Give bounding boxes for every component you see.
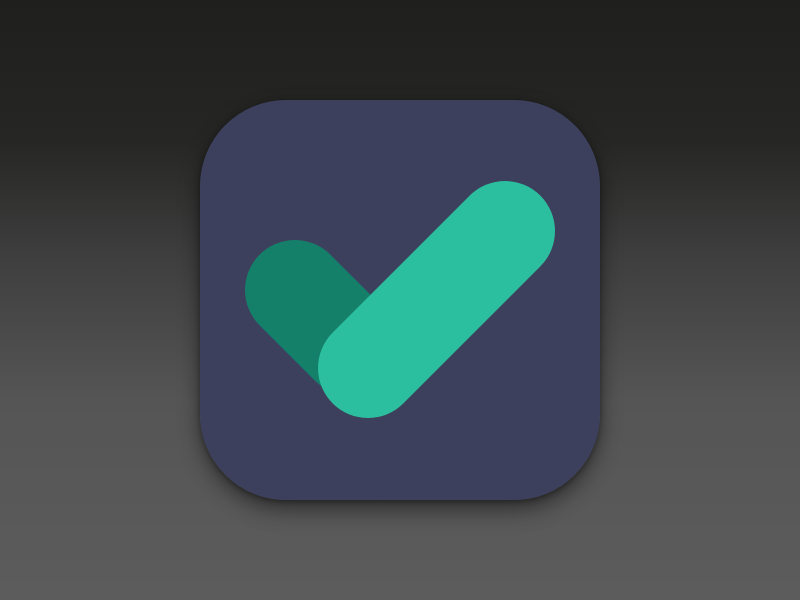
- app-icon-tile[interactable]: [200, 100, 600, 500]
- checkmark-icon: [200, 100, 600, 500]
- screen-background: [0, 0, 800, 600]
